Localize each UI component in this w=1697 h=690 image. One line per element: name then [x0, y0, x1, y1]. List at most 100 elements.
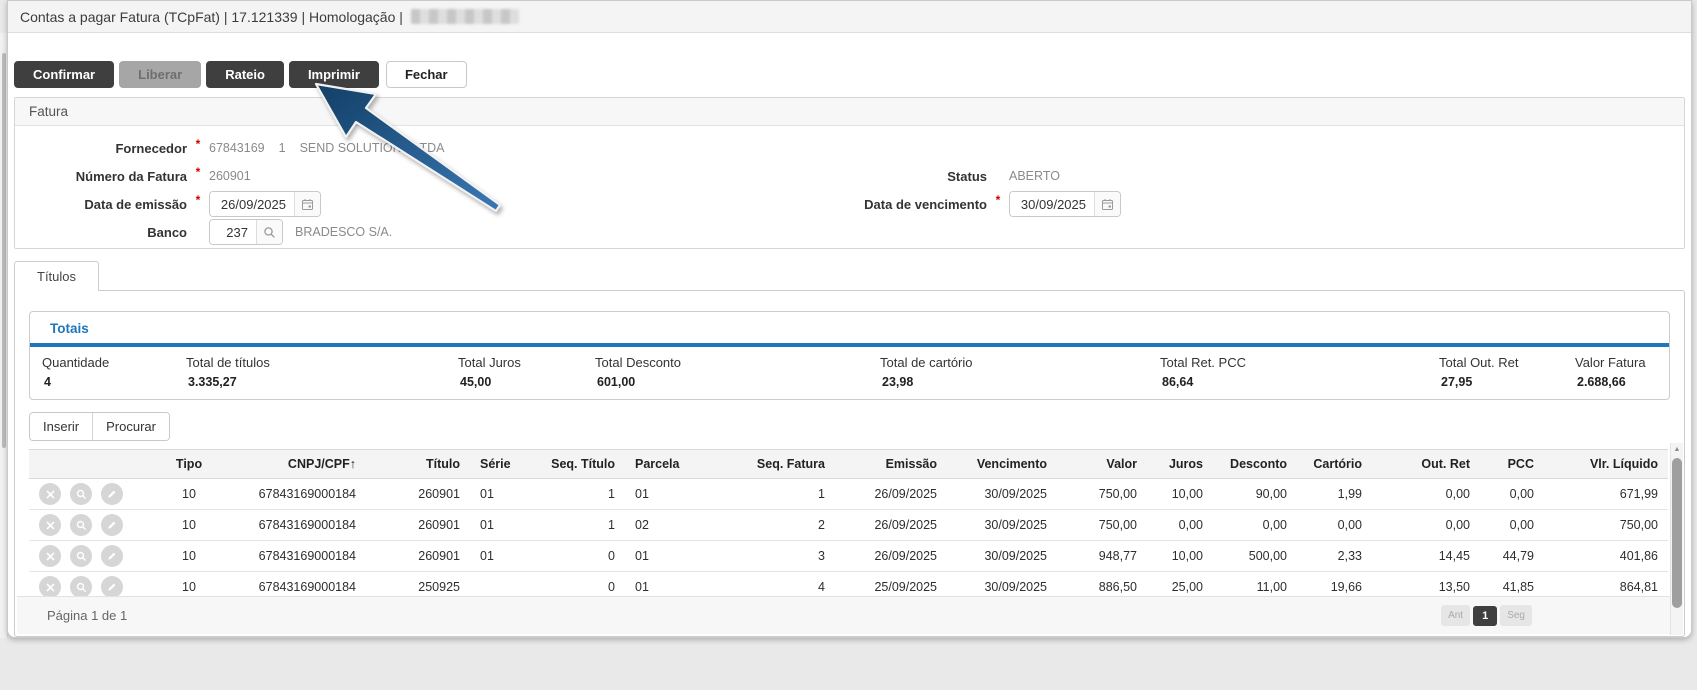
total-titulos: Total de títulos 3.335,27 — [186, 355, 458, 389]
delete-row-icon[interactable] — [39, 576, 61, 598]
redacted-username — [411, 9, 519, 24]
fornecedor-seq: 1 — [279, 141, 286, 155]
table-row: 10 67843169000184 260901 01 0 01 3 26/09… — [29, 541, 1668, 572]
numero-fatura-label: Número da Fatura — [15, 169, 187, 184]
actions-column-header — [29, 450, 164, 479]
banco-name: BRADESCO S/A. — [295, 225, 392, 239]
view-row-icon[interactable] — [70, 514, 92, 536]
totais-items: Quantidade 4 Total de títulos 3.335,27 T… — [30, 347, 1669, 399]
calendar-icon[interactable] — [294, 192, 320, 216]
vertical-scrollbar-thumb[interactable] — [1672, 458, 1682, 608]
col-serie[interactable]: Série — [470, 450, 520, 479]
vertical-scrollbar[interactable]: ▲ — [1670, 443, 1683, 635]
view-row-icon[interactable] — [70, 545, 92, 567]
search-icon[interactable] — [256, 220, 282, 244]
main-content: Confirmar Liberar Rateio Imprimir Fechar… — [8, 33, 1691, 637]
page: Contas a pagar Fatura (TCpFat) | 17.1213… — [0, 0, 1697, 690]
liberar-button[interactable]: Liberar — [119, 61, 201, 88]
delete-row-icon[interactable] — [39, 514, 61, 536]
fatura-panel-title: Fatura — [15, 98, 1684, 126]
required-asterisk: * — [987, 193, 1009, 207]
fatura-form-right: Status ABERTO Data de vencimento * — [841, 162, 1121, 218]
total-ret-pcc: Total Ret. PCC 86,64 — [1160, 355, 1439, 389]
col-juros[interactable]: Juros — [1147, 450, 1213, 479]
app-window: Contas a pagar Fatura (TCpFat) | 17.1213… — [7, 0, 1692, 638]
banco-input-group — [209, 219, 283, 245]
banco-row: Banco BRADESCO S/A. — [15, 218, 1684, 246]
col-out-ret[interactable]: Out. Ret — [1372, 450, 1480, 479]
fornecedor-name: SEND SOLUTIONS LTDA — [300, 141, 445, 155]
page-indicator: Página 1 de 1 — [47, 608, 127, 623]
edit-row-icon[interactable] — [101, 576, 123, 598]
current-page-button[interactable]: 1 — [1473, 606, 1497, 626]
status-row: Status ABERTO — [841, 162, 1121, 190]
total-juros: Total Juros 45,00 — [458, 355, 595, 389]
grid-footer: Página 1 de 1 Ant 1 Seg — [17, 596, 1682, 634]
col-vencimento[interactable]: Vencimento — [947, 450, 1057, 479]
grid-toolbar: Inserir Procurar — [29, 412, 170, 441]
col-seq-fatura[interactable]: Seq. Fatura — [677, 450, 835, 479]
edit-row-icon[interactable] — [101, 483, 123, 505]
col-parcela[interactable]: Parcela — [625, 450, 677, 479]
totais-title: Totais — [30, 312, 1669, 343]
table-row: 10 67843169000184 260901 01 1 02 2 26/09… — [29, 510, 1668, 541]
view-row-icon[interactable] — [70, 576, 92, 598]
page-left-scrollbar-thumb[interactable] — [2, 53, 6, 448]
confirmar-button[interactable]: Confirmar — [14, 61, 114, 88]
col-desconto[interactable]: Desconto — [1213, 450, 1297, 479]
fornecedor-row: Fornecedor * 678431691SEND SOLUTIONS LTD… — [15, 134, 1684, 162]
col-seq-titulo[interactable]: Seq. Título — [520, 450, 625, 479]
delete-row-icon[interactable] — [39, 483, 61, 505]
titulos-table: Tipo CNPJ/CPF↑ Título Série Seq. Título … — [29, 449, 1668, 603]
totais-box: Totais Quantidade 4 Total de títulos 3.3… — [29, 311, 1670, 400]
fornecedor-label: Fornecedor — [15, 141, 187, 156]
data-vencimento-row: Data de vencimento * — [841, 190, 1121, 218]
fatura-form: Fornecedor * 678431691SEND SOLUTIONS LTD… — [15, 126, 1684, 248]
tab-titulos[interactable]: Títulos — [14, 261, 99, 291]
rateio-button[interactable]: Rateio — [206, 61, 284, 88]
data-vencimento-input[interactable] — [1010, 192, 1094, 216]
col-tipo[interactable]: Tipo — [164, 450, 214, 479]
delete-row-icon[interactable] — [39, 545, 61, 567]
data-vencimento-label: Data de vencimento — [841, 197, 987, 212]
window-titlebar: Contas a pagar Fatura (TCpFat) | 17.1213… — [8, 1, 1691, 33]
total-out-ret: Total Out. Ret 27,95 — [1439, 355, 1575, 389]
scroll-up-icon[interactable]: ▲ — [1671, 443, 1683, 456]
previous-page-button[interactable]: Ant — [1441, 605, 1470, 626]
imprimir-button[interactable]: Imprimir — [289, 61, 379, 88]
next-page-button[interactable]: Seg — [1500, 605, 1532, 626]
data-emissao-label: Data de emissão — [15, 197, 187, 212]
col-cartorio[interactable]: Cartório — [1297, 450, 1372, 479]
fornecedor-value: 678431691SEND SOLUTIONS LTDA — [209, 141, 445, 155]
col-titulo[interactable]: Título — [366, 450, 470, 479]
pager: Ant 1 Seg — [1441, 605, 1532, 626]
banco-label: Banco — [15, 225, 187, 240]
col-emissao[interactable]: Emissão — [835, 450, 947, 479]
fatura-panel: Fatura Fornecedor * 678431691SEND SOLUTI… — [14, 97, 1685, 249]
view-row-icon[interactable] — [70, 483, 92, 505]
total-desconto: Total Desconto 601,00 — [595, 355, 880, 389]
banco-input[interactable] — [210, 220, 256, 244]
data-emissao-input[interactable] — [210, 192, 294, 216]
window-title-text: Contas a pagar Fatura (TCpFat) | 17.1213… — [20, 9, 403, 25]
edit-row-icon[interactable] — [101, 545, 123, 567]
col-vlr-liquido[interactable]: Vlr. Líquido — [1544, 450, 1668, 479]
procurar-button[interactable]: Procurar — [92, 413, 169, 440]
status-value: ABERTO — [1009, 169, 1060, 183]
data-emissao-input-group — [209, 191, 321, 217]
required-asterisk: * — [187, 165, 209, 179]
col-cnpj-cpf[interactable]: CNPJ/CPF↑ — [214, 450, 366, 479]
edit-row-icon[interactable] — [101, 514, 123, 536]
table-row: 10 67843169000184 260901 01 1 01 1 26/09… — [29, 479, 1668, 510]
status-label: Status — [841, 169, 987, 184]
data-vencimento-input-group — [1009, 191, 1121, 217]
required-asterisk: * — [187, 137, 209, 151]
col-pcc[interactable]: PCC — [1480, 450, 1544, 479]
calendar-icon[interactable] — [1094, 192, 1120, 216]
total-quantidade: Quantidade 4 — [42, 355, 186, 389]
inserir-button[interactable]: Inserir — [30, 413, 92, 440]
table-header-row: Tipo CNPJ/CPF↑ Título Série Seq. Título … — [29, 450, 1668, 479]
col-valor[interactable]: Valor — [1057, 450, 1147, 479]
numero-fatura-value: 260901 — [209, 169, 251, 183]
fechar-button[interactable]: Fechar — [386, 61, 467, 88]
